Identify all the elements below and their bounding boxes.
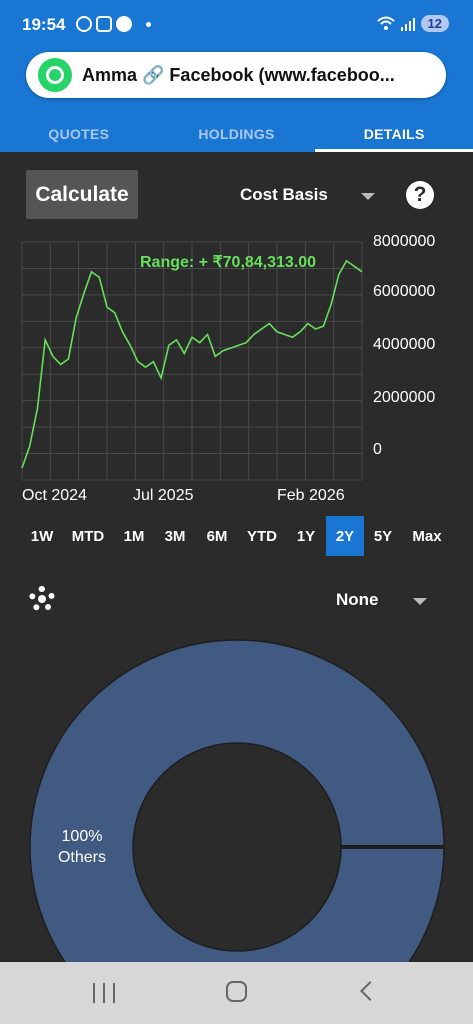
pie-slice-percent: 100% (61, 828, 103, 845)
x-tick-label: Feb 2026 (277, 487, 345, 504)
pie-slice-label: 100% Others (50, 826, 114, 868)
calculate-button[interactable]: Calculate (26, 170, 138, 219)
gear-icon[interactable] (29, 586, 55, 612)
cost-basis-label: Cost Basis (240, 185, 328, 204)
whatsapp-icon (76, 16, 92, 32)
status-time: 19:54 (22, 15, 66, 34)
chevron-down-icon (413, 598, 427, 605)
x-tick-label: Jul 2025 (133, 487, 194, 504)
period-3m[interactable]: 3M (154, 516, 196, 556)
notification-text: Amma 🔗 Facebook (www.faceboo... (82, 64, 395, 85)
home-icon[interactable] (226, 981, 247, 1002)
signal-icon (400, 17, 415, 31)
period-6m[interactable]: 6M (196, 516, 238, 556)
back-icon[interactable] (360, 981, 380, 1001)
help-button[interactable]: ? (406, 181, 434, 209)
app-icon (116, 16, 132, 32)
notification-banner[interactable]: Amma 🔗 Facebook (www.faceboo... (26, 52, 446, 98)
pie-slice-name: Others (57, 849, 106, 866)
tab-holdings[interactable]: HOLDINGS (158, 112, 316, 152)
group-select[interactable]: None (336, 590, 427, 610)
period-5y[interactable]: 5Y (364, 516, 402, 556)
x-tick-label: Oct 2024 (22, 487, 87, 504)
y-tick-label: 4000000 (373, 336, 435, 353)
allocation-donut[interactable] (0, 630, 473, 962)
donut-hole (132, 742, 342, 952)
tab-bar: QUOTES HOLDINGS DETAILS (0, 112, 473, 152)
status-right: 12 (376, 15, 449, 32)
app-header: 19:54 12 Amma 🔗 Facebook (www.faceboo...… (0, 0, 473, 152)
y-tick-label: 0 (373, 441, 382, 458)
screenshot-icon (96, 16, 112, 32)
y-tick-label: 2000000 (373, 389, 435, 406)
chart-grid (21, 241, 363, 481)
status-icons (76, 16, 151, 32)
y-tick-label: 6000000 (373, 283, 435, 300)
period-1w[interactable]: 1W (22, 516, 62, 556)
period-2y[interactable]: 2Y (326, 516, 364, 556)
period-ytd[interactable]: YTD (238, 516, 286, 556)
cost-basis-select[interactable]: Cost Basis (240, 185, 380, 207)
chart-range-label: Range: + ₹70,84,313.00 (140, 254, 317, 271)
group-select-label: None (336, 590, 379, 609)
tab-details[interactable]: DETAILS (315, 112, 473, 152)
status-bar: 19:54 12 (0, 0, 473, 50)
y-tick-label: 8000000 (373, 233, 435, 250)
period-1y[interactable]: 1Y (286, 516, 326, 556)
tab-quotes[interactable]: QUOTES (0, 112, 158, 152)
period-mtd[interactable]: MTD (62, 516, 114, 556)
period-selector: 1W MTD 1M 3M 6M YTD 1Y 2Y 5Y Max (22, 516, 452, 556)
wifi-icon (376, 16, 395, 30)
system-nav-bar (0, 962, 473, 1024)
dot-icon (146, 21, 151, 27)
battery-badge: 12 (420, 15, 449, 32)
chevron-down-icon (361, 193, 375, 200)
period-1m[interactable]: 1M (114, 516, 154, 556)
recent-apps-icon[interactable] (93, 983, 115, 1003)
period-max[interactable]: Max (402, 516, 452, 556)
whatsapp-icon (38, 58, 72, 92)
